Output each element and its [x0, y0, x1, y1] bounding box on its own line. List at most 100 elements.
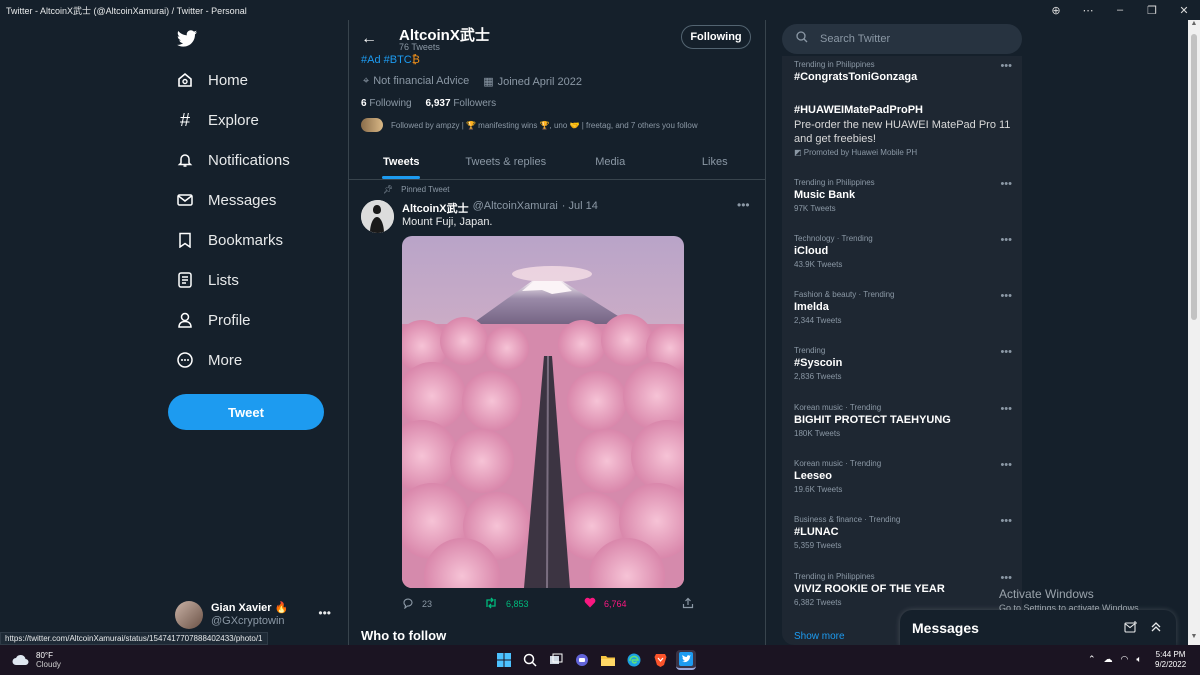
- window-title: Twitter - AltcoinX武士 (@AltcoinXamurai) /…: [6, 5, 247, 16]
- like-button[interactable]: 6,764: [584, 597, 627, 610]
- retweet-icon: [484, 597, 498, 611]
- nav-item-more[interactable]: More: [176, 346, 242, 374]
- tweet-more-icon[interactable]: •••: [737, 198, 750, 212]
- pin-icon: 📌︎: [383, 185, 394, 194]
- scroll-up-icon[interactable]: ▲: [1188, 20, 1200, 32]
- share-button[interactable]: [682, 597, 694, 611]
- share-icon: [682, 597, 694, 611]
- trend-item[interactable]: Korean music · Trending BIGHIT PROTECT T…: [794, 403, 1012, 438]
- account-switcher[interactable]: Gian Xavier 🔥 @GXcryptowin •••: [175, 600, 335, 630]
- twitter-logo-icon[interactable]: [176, 28, 198, 50]
- search-input[interactable]: [820, 33, 1000, 45]
- tweet-author-handle[interactable]: @AltcoinXamurai: [473, 200, 558, 216]
- show-more-link[interactable]: Show more: [794, 631, 845, 642]
- chevron-up-icon[interactable]: ⌃: [1088, 654, 1096, 665]
- nav-item-home[interactable]: Home: [176, 66, 248, 94]
- nav-item-bookmarks[interactable]: Bookmarks: [176, 226, 283, 254]
- hashtag-icon: #: [179, 109, 190, 130]
- restore-button[interactable]: ❐: [1136, 4, 1168, 17]
- search-box[interactable]: [782, 24, 1022, 54]
- scrollbar[interactable]: ▲ ▼: [1188, 20, 1200, 645]
- tab-likes[interactable]: Likes: [663, 142, 766, 179]
- zoom-icon[interactable]: ⊕: [1040, 4, 1072, 17]
- following-button[interactable]: Following: [681, 25, 751, 49]
- tweet-date[interactable]: · Jul 14: [562, 200, 598, 216]
- window-menu-icon[interactable]: ⋯: [1072, 4, 1104, 17]
- nav-item-label: Bookmarks: [208, 231, 284, 249]
- trend-more-icon[interactable]: •••: [1000, 60, 1012, 72]
- start-icon[interactable]: [494, 650, 514, 670]
- person-icon: [176, 311, 194, 329]
- tab-media[interactable]: Media: [558, 142, 663, 179]
- volume-icon[interactable]: 🔈︎: [1136, 654, 1141, 665]
- tab-tweets[interactable]: Tweets: [349, 142, 454, 179]
- trend-more-icon[interactable]: •••: [1000, 178, 1012, 190]
- tweet-photo[interactable]: [402, 236, 684, 588]
- profile-tweet-count: 76 Tweets: [399, 42, 440, 52]
- system-tray: ⌃ ☁ ◠ 🔈︎: [1088, 654, 1142, 665]
- tweet-button[interactable]: Tweet: [168, 394, 324, 430]
- scroll-down-icon[interactable]: ▼: [1188, 633, 1200, 645]
- wifi-icon[interactable]: ◠: [1121, 654, 1129, 665]
- nav-item-profile[interactable]: Profile: [176, 306, 251, 334]
- followers-link[interactable]: 6,937 Followers: [426, 98, 497, 109]
- nav-item-notifications[interactable]: Notifications: [176, 146, 290, 174]
- tweet-author-avatar[interactable]: [361, 200, 394, 233]
- trend-more-icon[interactable]: •••: [1000, 403, 1012, 415]
- trend-item[interactable]: Trending in Philippines Music Bank 97K T…: [794, 178, 1012, 213]
- retweet-button[interactable]: 6,853: [484, 597, 529, 611]
- trend-item[interactable]: Korean music · Trending Leeseo 19.6K Twe…: [794, 459, 1012, 494]
- trend-more-icon[interactable]: •••: [1000, 346, 1012, 358]
- nav-item-lists[interactable]: Lists: [176, 266, 239, 294]
- chat-icon[interactable]: [572, 650, 592, 670]
- trend-item[interactable]: Trending in Philippines #CongratsToniGon…: [794, 60, 1012, 83]
- follower-avatars: [361, 118, 383, 132]
- trend-more-icon[interactable]: •••: [1000, 290, 1012, 302]
- scrollbar-thumb[interactable]: [1191, 34, 1197, 320]
- trend-more-icon[interactable]: •••: [1000, 234, 1012, 246]
- back-arrow-icon[interactable]: ←: [361, 30, 377, 48]
- bookmark-icon: [176, 231, 194, 249]
- profile-tags[interactable]: #Ad #BTC₿: [361, 54, 420, 66]
- new-message-icon[interactable]: [1124, 620, 1150, 636]
- weather-widget[interactable]: 80°F Cloudy: [12, 651, 61, 669]
- profile-joined: Joined April 2022: [497, 76, 583, 88]
- trend-item[interactable]: Fashion & beauty · Trending Imelda 2,344…: [794, 290, 1012, 325]
- edge-icon[interactable]: [624, 650, 644, 670]
- search-icon: [796, 30, 808, 48]
- reply-button[interactable]: 23: [402, 597, 432, 611]
- account-name: Gian Xavier 🔥: [211, 602, 289, 614]
- search-taskbar-icon[interactable]: [520, 650, 540, 670]
- tweet-author-name[interactable]: AltcoinX武士: [402, 200, 469, 216]
- messages-drawer-title: Messages: [912, 620, 979, 636]
- followed-by[interactable]: Followed by ampzy | 🏆 manifesting wins 🏆…: [361, 118, 698, 132]
- nav-item-label: Messages: [208, 191, 277, 209]
- nav-item-messages[interactable]: Messages: [176, 186, 276, 214]
- collapse-chevron-icon[interactable]: [1150, 621, 1176, 636]
- more-dots-icon[interactable]: •••: [318, 606, 331, 620]
- trend-more-icon[interactable]: •••: [1000, 572, 1012, 584]
- profile-timeline: ← AltcoinX武士 76 Tweets Following #Ad #BT…: [348, 20, 766, 645]
- tweet-text: Mount Fuji, Japan.: [402, 216, 493, 228]
- file-explorer-icon[interactable]: [598, 650, 618, 670]
- trend-item[interactable]: Business & finance · Trending #LUNAC 5,3…: [794, 515, 1012, 550]
- close-button[interactable]: ✕: [1168, 4, 1200, 17]
- following-link[interactable]: 6 Following: [361, 98, 412, 109]
- trend-more-icon[interactable]: •••: [1000, 459, 1012, 471]
- task-view-icon[interactable]: [546, 650, 566, 670]
- messages-drawer[interactable]: Messages: [900, 610, 1176, 646]
- tweet-header: AltcoinX武士 @AltcoinXamurai · Jul 14: [402, 200, 598, 216]
- twitter-app-icon[interactable]: [676, 650, 696, 670]
- minimize-button[interactable]: –: [1104, 4, 1136, 16]
- trend-item[interactable]: Trending in Philippines VIVIZ ROOKIE OF …: [794, 572, 1012, 607]
- taskbar-clock[interactable]: 5:44 PM 9/2/2022: [1155, 650, 1186, 670]
- tab-tweets-replies[interactable]: Tweets & replies: [454, 142, 559, 179]
- trend-more-icon[interactable]: •••: [1000, 515, 1012, 527]
- brave-icon[interactable]: [650, 650, 670, 670]
- trend-item-promoted[interactable]: #HUAWEIMatePadProPH Pre-order the new HU…: [794, 102, 1012, 157]
- trend-item[interactable]: Trending #Syscoin 2,836 Tweets •••: [794, 346, 1012, 381]
- nav-item-explore[interactable]: # Explore: [176, 106, 259, 134]
- onedrive-cloud-icon[interactable]: ☁: [1104, 654, 1113, 665]
- trend-item[interactable]: Technology · Trending iCloud 43.9K Tweet…: [794, 234, 1012, 269]
- more-circle-icon: [176, 351, 194, 369]
